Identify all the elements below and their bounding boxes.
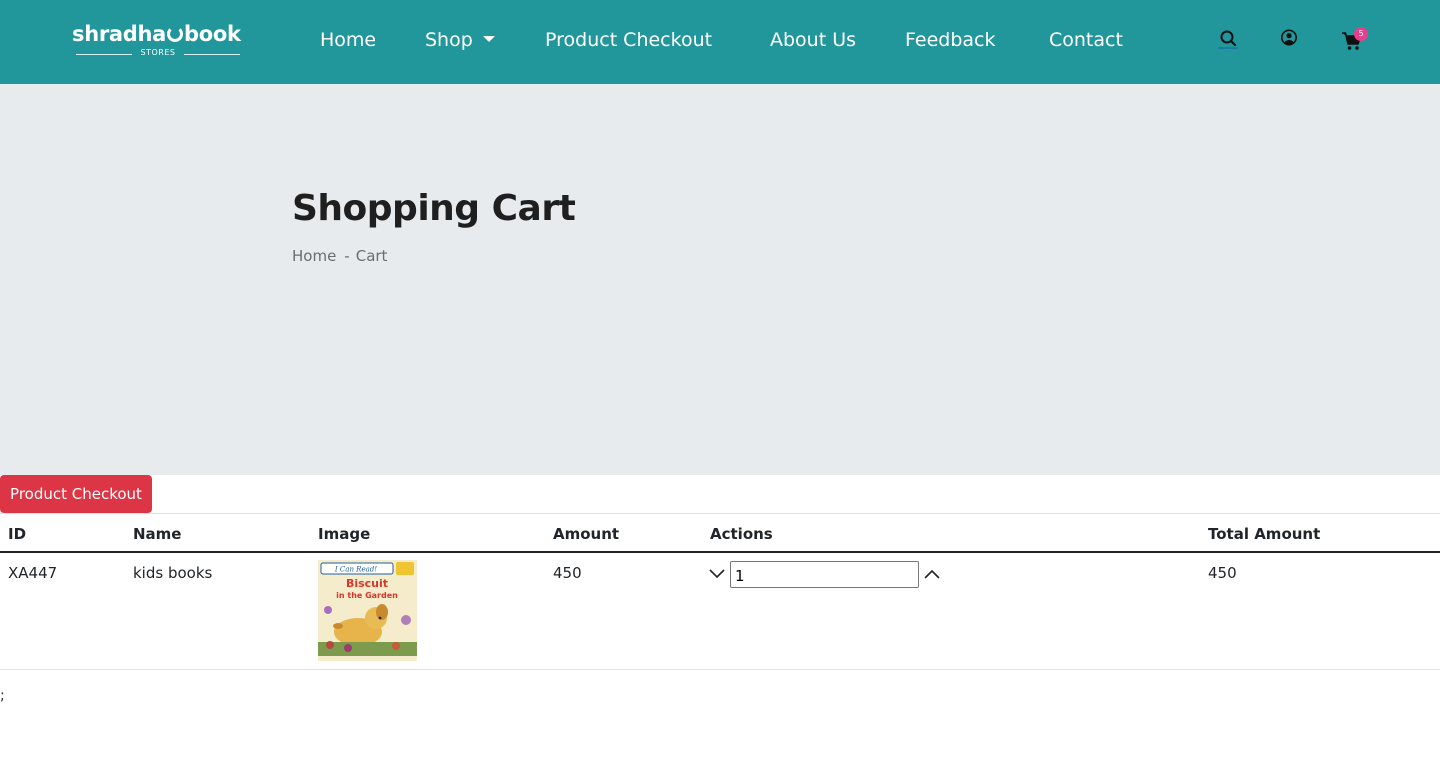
nav-shop[interactable]: Shop	[425, 29, 495, 51]
page-title: Shopping Cart	[292, 188, 576, 229]
nav-product-checkout[interactable]: Product Checkout	[545, 29, 712, 51]
nav-contact[interactable]: Contact	[1049, 29, 1123, 51]
nav-feedback[interactable]: Feedback	[905, 29, 995, 51]
top-navbar: shradha book STORES Home Shop Product Che…	[0, 0, 1440, 84]
column-header-id: ID	[8, 525, 27, 543]
table-top-divider	[0, 513, 1440, 514]
quantity-input[interactable]	[730, 561, 919, 588]
cart-count-badge: 5	[1354, 27, 1368, 41]
user-account-icon[interactable]	[1278, 28, 1300, 50]
stray-text: ;	[0, 688, 5, 704]
breadcrumb-home[interactable]: Home	[292, 247, 336, 265]
increase-quantity-chevron-up-icon[interactable]	[923, 567, 941, 581]
column-header-amount: Amount	[553, 525, 620, 543]
table-row-divider	[0, 669, 1440, 670]
nav-shop-label: Shop	[425, 29, 473, 51]
brand-logo[interactable]: shradha book STORES	[72, 22, 244, 62]
breadcrumb-separator: -	[344, 247, 350, 265]
breadcrumb: Home - Cart	[292, 247, 387, 265]
search-icon[interactable]	[1217, 28, 1239, 50]
table-header-divider	[0, 551, 1440, 553]
column-header-actions: Actions	[710, 525, 773, 543]
cell-total-amount: 450	[1208, 564, 1237, 582]
column-header-image: Image	[318, 525, 371, 543]
svg-text:in the Garden: in the Garden	[336, 591, 398, 600]
page-hero: Shopping Cart Home - Cart	[0, 84, 1440, 475]
book-series-text: I Can Read!	[334, 566, 377, 574]
decrease-quantity-chevron-down-icon[interactable]	[708, 567, 726, 581]
column-header-name: Name	[133, 525, 182, 543]
svg-text:Biscuit: Biscuit	[346, 577, 388, 590]
product-checkout-button[interactable]: Product Checkout	[0, 475, 152, 513]
column-header-total-amount: Total Amount	[1208, 525, 1321, 543]
product-book-cover-image: I Can Read! Biscuit in the Garden	[318, 560, 417, 661]
cell-amount: 450	[553, 564, 582, 582]
cell-product-name: kids books	[133, 564, 213, 582]
caret-down-icon	[482, 36, 495, 42]
cell-product-id: XA447	[8, 564, 58, 582]
nav-home[interactable]: Home	[320, 29, 376, 51]
brand-tagline: STORES	[140, 48, 176, 57]
breadcrumb-current: Cart	[355, 247, 388, 265]
brand-name: shradha book	[72, 22, 241, 46]
nav-about-us[interactable]: About Us	[770, 29, 856, 51]
brand-tagline-row: STORES	[76, 48, 240, 60]
